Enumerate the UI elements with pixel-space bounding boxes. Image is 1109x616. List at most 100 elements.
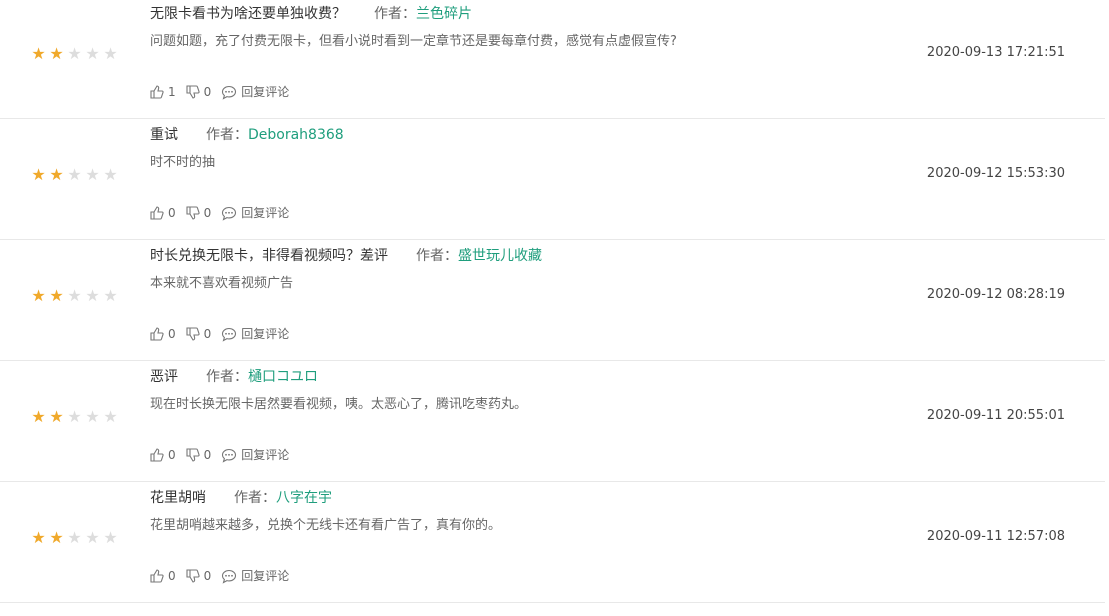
reply-label: 回复评论	[241, 327, 290, 341]
review-item: ★ ★ ★ ★ ★ 花里胡哨 作者： 八字在宇 花里胡哨越来越多，兑换个无线卡还有看广告…	[0, 481, 1105, 603]
star-filled-icon: ★	[49, 165, 64, 184]
reply-button[interactable]: 回复评论	[221, 567, 289, 585]
star-filled-icon: ★	[49, 286, 64, 305]
review-actions: 0 0 回复评论	[150, 325, 299, 343]
reply-button[interactable]: 回复评论	[221, 83, 289, 101]
review-actions: 0 0 回复评论	[150, 567, 299, 585]
star-rating: ★ ★ ★ ★ ★	[30, 529, 119, 547]
thumbs-up-icon	[150, 327, 164, 341]
reply-label: 回复评论	[241, 206, 290, 220]
review-actions: 0 0 回复评论	[150, 446, 299, 464]
dislike-count: 0	[203, 569, 212, 583]
dislike-button[interactable]: 0	[186, 325, 212, 343]
star-rating: ★ ★ ★ ★ ★	[30, 287, 119, 305]
author-label: 作者：	[416, 248, 458, 264]
review-content: 问题如题，充了付费无限卡，但看小说时看到一定章节还是要每章付费，感觉有点虚假宣传…	[150, 34, 677, 49]
star-empty-icon: ★	[67, 165, 82, 184]
star-filled-icon: ★	[31, 407, 46, 426]
like-count: 0	[168, 327, 176, 341]
reply-label: 回复评论	[241, 85, 290, 99]
star-empty-icon: ★	[85, 165, 100, 184]
reply-label: 回复评论	[241, 569, 290, 583]
thumbs-down-icon	[186, 85, 200, 99]
review-title: 恶评	[150, 369, 178, 385]
star-rating: ★ ★ ★ ★ ★	[30, 45, 119, 63]
author-label: 作者：	[374, 6, 416, 22]
star-empty-icon: ★	[67, 528, 82, 547]
review-header: 恶评 作者： 樋口コユロ	[150, 367, 318, 387]
review-content: 时不时的抽	[150, 155, 216, 170]
author-name[interactable]: 樋口コユロ	[248, 367, 318, 387]
like-button[interactable]: 0	[150, 446, 176, 464]
thumbs-up-icon	[150, 569, 164, 583]
reply-button[interactable]: 回复评论	[221, 325, 289, 343]
review-actions: 1 0 回复评论	[150, 83, 299, 101]
review-content: 花里胡哨越来越多，兑换个无线卡还有看广告了，真有你的。	[150, 518, 502, 533]
review-item: ★ ★ ★ ★ ★ 重试 作者： Deborah8368 时不时的抽 2020-09-1…	[0, 118, 1105, 240]
reply-button[interactable]: 回复评论	[221, 204, 289, 222]
reply-button[interactable]: 回复评论	[221, 446, 289, 464]
review-time: 2020-09-12 08:28:19	[926, 287, 1065, 302]
star-empty-icon: ★	[103, 286, 118, 305]
review-item: ★ ★ ★ ★ ★ 无限卡看书为啥还要单独收费？ 作者： 兰色碎片 问题如题，充了付费无…	[0, 0, 1105, 119]
author-name[interactable]: Deborah8368	[248, 125, 344, 145]
author-name[interactable]: 兰色碎片	[416, 4, 472, 24]
star-empty-icon: ★	[85, 407, 100, 426]
review-header: 花里胡哨 作者： 八字在宇	[150, 488, 332, 508]
star-filled-icon: ★	[31, 286, 46, 305]
star-filled-icon: ★	[49, 44, 64, 63]
star-filled-icon: ★	[49, 528, 64, 547]
dislike-button[interactable]: 0	[186, 446, 212, 464]
dislike-count: 0	[203, 327, 212, 341]
comment-bubble-icon	[222, 569, 237, 584]
review-item: ★ ★ ★ ★ ★ 恶评 作者： 樋口コユロ 现在时长换无限卡居然要看视频，咦。太恶心了…	[0, 360, 1105, 482]
like-count: 0	[168, 448, 176, 462]
star-filled-icon: ★	[31, 528, 46, 547]
star-empty-icon: ★	[85, 528, 100, 547]
like-button[interactable]: 1	[150, 83, 176, 101]
dislike-count: 0	[203, 448, 212, 462]
like-button[interactable]: 0	[150, 325, 176, 343]
star-empty-icon: ★	[103, 407, 118, 426]
dislike-count: 0	[203, 206, 212, 220]
thumbs-up-icon	[150, 206, 164, 220]
like-button[interactable]: 0	[150, 567, 176, 585]
review-time: 2020-09-12 15:53:30	[926, 166, 1065, 181]
thumbs-down-icon	[186, 448, 200, 462]
star-empty-icon: ★	[85, 44, 100, 63]
review-item: ★ ★ ★ ★ ★ 时长兑换无限卡，非得看视频吗？差评 作者： 盛世玩儿收藏 本来就不喜…	[0, 239, 1105, 361]
star-empty-icon: ★	[67, 44, 82, 63]
review-time: 2020-09-11 20:55:01	[926, 408, 1065, 423]
review-header: 无限卡看书为啥还要单独收费？ 作者： 兰色碎片	[150, 4, 472, 24]
like-count: 0	[168, 206, 176, 220]
review-title: 时长兑换无限卡，非得看视频吗？差评	[150, 248, 388, 264]
star-filled-icon: ★	[49, 407, 64, 426]
review-title: 无限卡看书为啥还要单独收费？	[150, 6, 346, 22]
like-button[interactable]: 0	[150, 204, 176, 222]
thumbs-down-icon	[186, 206, 200, 220]
like-count: 0	[168, 569, 176, 583]
star-filled-icon: ★	[31, 44, 46, 63]
author-name[interactable]: 盛世玩儿收藏	[458, 246, 542, 266]
review-title: 花里胡哨	[150, 490, 206, 506]
thumbs-down-icon	[186, 569, 200, 583]
author-label: 作者：	[206, 369, 248, 385]
star-rating: ★ ★ ★ ★ ★	[30, 166, 119, 184]
star-empty-icon: ★	[67, 286, 82, 305]
author-label: 作者：	[206, 127, 248, 143]
dislike-button[interactable]: 0	[186, 567, 212, 585]
star-rating: ★ ★ ★ ★ ★	[30, 408, 119, 426]
review-title: 重试	[150, 127, 178, 143]
star-filled-icon: ★	[31, 165, 46, 184]
author-name[interactable]: 八字在宇	[276, 488, 332, 508]
review-header: 重试 作者： Deborah8368	[150, 125, 344, 145]
review-content: 现在时长换无限卡居然要看视频，咦。太恶心了，腾讯吃枣药丸。	[150, 397, 528, 412]
dislike-button[interactable]: 0	[186, 83, 211, 101]
review-actions: 0 0 回复评论	[150, 204, 299, 222]
comment-bubble-icon	[222, 448, 237, 463]
star-empty-icon: ★	[103, 44, 118, 63]
review-content: 本来就不喜欢看视频广告	[150, 276, 294, 291]
star-empty-icon: ★	[67, 407, 82, 426]
review-time: 2020-09-11 12:57:08	[926, 529, 1065, 544]
dislike-button[interactable]: 0	[186, 204, 212, 222]
